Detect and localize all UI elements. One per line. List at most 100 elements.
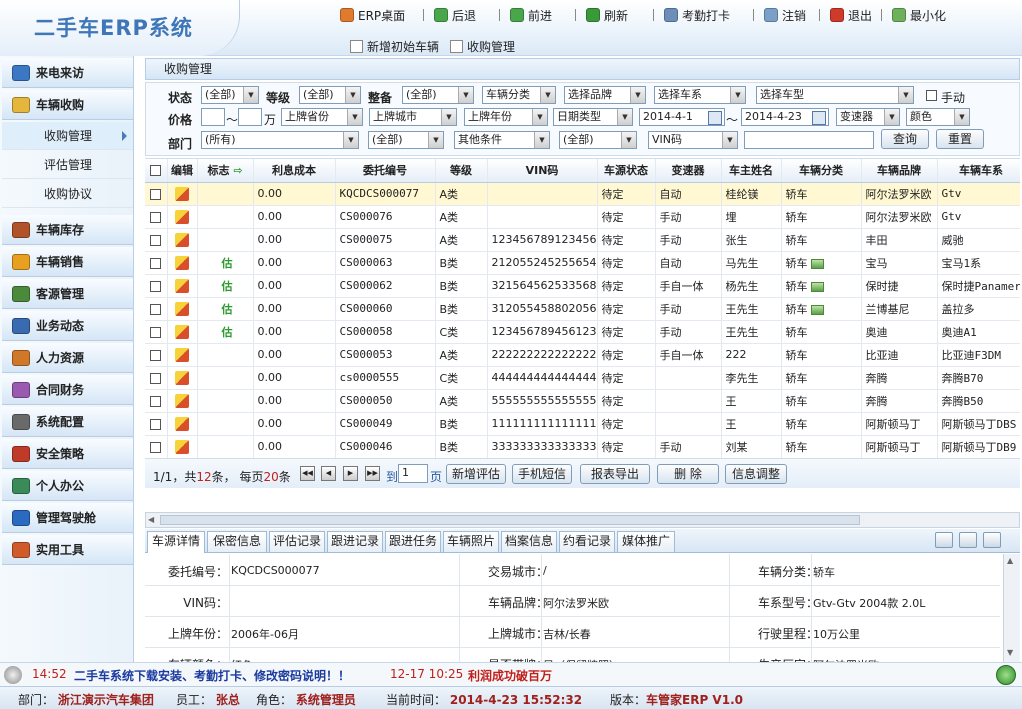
row-checkbox[interactable] [150, 418, 162, 430]
date-type-select[interactable]: 日期类型 [553, 108, 633, 126]
sidebar-item-car[interactable]: 车辆销售 [2, 247, 133, 277]
first-page-icon[interactable]: ◀◀ [300, 466, 315, 481]
model-select[interactable]: 选择车型 [756, 86, 914, 104]
detail-tab-7[interactable]: 约看记录 [559, 531, 615, 552]
pencil-icon[interactable] [175, 209, 189, 224]
sidebar-item-person-office[interactable]: 个人办公 [2, 471, 133, 501]
pencil-icon[interactable] [175, 255, 189, 270]
scroll-thumb[interactable] [160, 515, 860, 525]
toolbar-minimize-button[interactable]: 最小化 [892, 6, 946, 24]
row-checkbox[interactable] [150, 257, 162, 269]
sidebar-item-tools[interactable]: 实用工具 [2, 535, 133, 565]
select-all-cell[interactable] [145, 159, 168, 183]
row-select-cell[interactable] [145, 251, 168, 275]
date-to-input[interactable]: 2014-4-23 [741, 108, 829, 126]
col-owner-name[interactable]: 车主姓名 [721, 159, 782, 183]
table-row[interactable]: 估0.00CS000058C类12345678945612345待定手动王先生轿… [145, 320, 1020, 344]
col-gearbox[interactable]: 变速器 [655, 159, 722, 183]
option-select-3[interactable]: (全部) [559, 131, 637, 149]
row-edit-cell[interactable] [167, 182, 198, 206]
ticker-message-1[interactable]: 二手车系统下载安装、考勤打卡、修改密码说明！！ [74, 667, 350, 684]
table-row[interactable]: 0.00 KQCDCS000077 A类 待定 自动 桂纶镁 轿车 阿尔法罗米欧 Gtv [145, 182, 1020, 206]
new-initial-car-button[interactable]: 新增初始车辆 [350, 38, 439, 55]
year-select[interactable]: 上牌年份 [464, 108, 548, 126]
col-commission-no[interactable]: 委托编号 [335, 159, 436, 183]
col-source-status[interactable]: 车源状态 [597, 159, 656, 183]
toolbar-house-button[interactable]: ERP桌面 [340, 6, 405, 24]
col-grade[interactable]: 等级 [435, 159, 488, 183]
toolbar-refresh-button[interactable]: 刷新 [586, 6, 628, 24]
row-edit-cell[interactable] [167, 366, 198, 390]
row-edit-cell[interactable] [167, 228, 198, 252]
sidebar-item-gear[interactable]: 系统配置 [2, 407, 133, 437]
table-row[interactable]: 0.00cs0000555C类44444444444444444待定李先生轿车奔… [145, 366, 1020, 390]
sidebar-subitem-0[interactable]: 收购管理 [2, 122, 133, 150]
toolbar-clock-button[interactable]: 考勤打卡 [664, 6, 730, 24]
dept-select[interactable]: (所有) [201, 131, 359, 149]
detail-tab-1[interactable]: 保密信息 [207, 531, 267, 552]
col-car-brand[interactable]: 车辆品牌 [861, 159, 938, 183]
table-row[interactable]: 估0.00CS000063B类21205524525565455待定自动马先生轿… [145, 251, 1020, 275]
col-car-series[interactable]: 车辆车系 [937, 159, 1020, 183]
keyword-input[interactable] [744, 131, 874, 149]
date-from-input[interactable]: 2014-4-1 [639, 108, 725, 126]
photo-icon[interactable] [810, 258, 824, 269]
prev-page-icon[interactable]: ◀ [321, 466, 336, 481]
brand-select[interactable]: 选择品牌 [564, 86, 646, 104]
row-checkbox[interactable] [150, 395, 162, 407]
horizontal-scrollbar[interactable]: ◀ [145, 512, 1020, 528]
detail-tab-0[interactable]: 车源详情 [147, 531, 205, 553]
sms-button[interactable]: 手机短信 [512, 464, 572, 484]
detail-tab-3[interactable]: 跟进记录 [327, 531, 383, 552]
row-checkbox[interactable] [150, 441, 162, 453]
province-select[interactable]: 上牌省份 [281, 108, 363, 126]
row-edit-cell[interactable] [167, 389, 198, 413]
sidebar-subitem-1[interactable]: 评估管理 [2, 151, 133, 179]
row-checkbox[interactable] [150, 211, 162, 223]
info-adjust-button[interactable]: 信息调整 [725, 464, 787, 484]
pencil-icon[interactable] [175, 186, 189, 201]
new-assessment-button[interactable]: 新增评估 [446, 464, 506, 484]
select-all-checkbox[interactable] [150, 165, 162, 177]
search-button[interactable]: 查询 [881, 129, 929, 149]
car-category-select[interactable]: 车辆分类 [482, 86, 556, 104]
row-select-cell[interactable] [145, 435, 168, 458]
minimize-panel-icon[interactable] [935, 532, 953, 548]
pencil-icon[interactable] [175, 439, 189, 454]
sidebar-subitem-2[interactable]: 收购协议 [2, 180, 133, 208]
sidebar-item-people[interactable]: 人力资源 [2, 343, 133, 373]
table-row[interactable]: 0.00CS000050A类55555555555555555待定 王轿车奔腾奔腾… [145, 389, 1020, 413]
col-vin[interactable]: VIN码 [487, 159, 598, 183]
row-checkbox[interactable] [150, 188, 162, 200]
row-checkbox[interactable] [150, 326, 162, 338]
col-car-category[interactable]: 车辆分类 [781, 159, 862, 183]
sidebar-item-inventory[interactable]: 车辆库存 [2, 215, 133, 245]
row-select-cell[interactable] [145, 297, 168, 321]
sidebar-item-bar-chart[interactable]: 管理驾驶舱 [2, 503, 133, 533]
row-select-cell[interactable] [145, 320, 168, 344]
vin-type-select[interactable]: VIN码 [648, 131, 738, 149]
scroll-up-icon[interactable]: ▲ [1007, 556, 1013, 565]
sidebar-item-security[interactable]: 安全策略 [2, 439, 133, 469]
table-row[interactable]: 0.00CS000046B类33333333333333333待定手动刘某轿车阿… [145, 435, 1020, 458]
row-select-cell[interactable] [145, 366, 168, 390]
page-number-input[interactable]: 1 [398, 464, 428, 483]
price-min-input[interactable] [201, 108, 225, 126]
row-edit-cell[interactable] [167, 320, 198, 344]
sidebar-item-folder[interactable]: 车辆收购 [2, 90, 133, 120]
table-row[interactable]: 估0.00CS000060B类31205545880205600待定手动王先生轿… [145, 297, 1020, 321]
pencil-icon[interactable] [175, 393, 189, 408]
pencil-icon[interactable] [175, 301, 189, 316]
row-edit-cell[interactable] [167, 435, 198, 458]
row-checkbox[interactable] [150, 303, 162, 315]
row-edit-cell[interactable] [167, 205, 198, 229]
export-report-button[interactable]: 报表导出 [580, 464, 650, 484]
table-row[interactable]: 0.00CS000053A类22222222222222222待定手自一体222… [145, 343, 1020, 367]
row-edit-cell[interactable] [167, 251, 198, 275]
toolbar-close-x-button[interactable]: 退出 [830, 6, 872, 24]
col-interest-cost[interactable]: 利息成本 [253, 159, 336, 183]
status-select[interactable]: (全部) [201, 86, 259, 104]
other-conditions-select[interactable]: 其他条件 [454, 131, 550, 149]
prep-select[interactable]: (全部) [402, 86, 474, 104]
ticker-message-2[interactable]: 利润成功破百万 [468, 667, 552, 684]
